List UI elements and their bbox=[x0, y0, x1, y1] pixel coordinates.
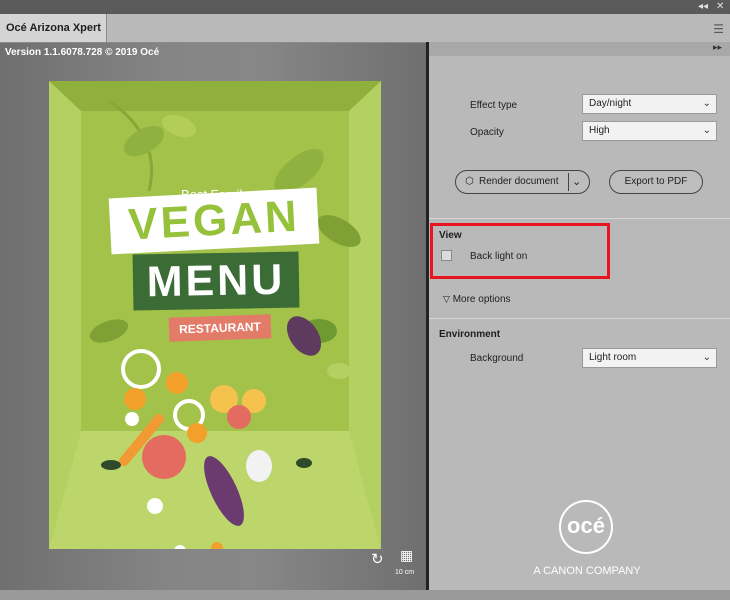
effect-type-label: Effect type bbox=[470, 100, 518, 111]
preview-area: Version 1.1.6078.728 © 2019 Océ VEGAN ME… bbox=[0, 43, 426, 590]
settings-panel: ▸▸ Effect type Day/night ⌄ Opacity High … bbox=[429, 42, 730, 590]
double-chevron-right-icon[interactable]: ▸▸ bbox=[713, 43, 722, 53]
poster-word-restaurant: RESTAURANT bbox=[168, 314, 272, 342]
chevron-down-icon: ⌄ bbox=[702, 352, 711, 363]
section-separator bbox=[429, 318, 730, 319]
tab-arizona-xpert[interactable]: Océ Arizona Xpert bbox=[0, 14, 107, 42]
window-title-strip: ◂◂ ✕ bbox=[0, 0, 730, 14]
bottom-scrollbar[interactable] bbox=[0, 590, 730, 600]
poster-word-menu: MENU bbox=[132, 251, 300, 311]
background-dropdown[interactable]: Light room ⌄ bbox=[582, 348, 717, 368]
collapse-panels-icon[interactable]: ◂◂ bbox=[698, 1, 708, 12]
panel-header: ▸▸ bbox=[429, 42, 730, 56]
poster-preview: Best Family Restaurant VEGAN MENU RESTAU… bbox=[49, 81, 381, 549]
triangle-down-icon: ▽ bbox=[443, 295, 450, 305]
export-pdf-button[interactable]: Export to PDF bbox=[609, 170, 703, 194]
canon-tagline: A CANON COMPANY bbox=[533, 565, 641, 577]
split-divider bbox=[568, 173, 569, 191]
background-value: Light room bbox=[589, 352, 637, 363]
effect-type-dropdown[interactable]: Day/night ⌄ bbox=[582, 94, 717, 114]
tab-bar: Océ Arizona Xpert ☰ bbox=[0, 14, 730, 43]
opacity-label: Opacity bbox=[470, 127, 504, 138]
cube-icon: ⬡ bbox=[465, 176, 474, 187]
poster-artwork bbox=[49, 81, 381, 549]
background-label: Background bbox=[470, 353, 524, 364]
more-options-label: More options bbox=[452, 294, 511, 305]
chevron-down-icon: ⌄ bbox=[702, 125, 711, 136]
scale-label: 10 cm bbox=[395, 569, 415, 576]
close-icon[interactable]: ✕ bbox=[716, 1, 724, 12]
effect-type-value: Day/night bbox=[589, 98, 632, 109]
version-label: Version 1.1.6078.728 © 2019 Océ bbox=[5, 47, 160, 58]
chevron-down-icon: ⌄ bbox=[702, 98, 711, 109]
hamburger-icon[interactable]: ☰ bbox=[713, 22, 724, 36]
grid-icon[interactable]: ▦ bbox=[400, 548, 413, 564]
environment-section-title: Environment bbox=[439, 329, 501, 340]
render-document-button[interactable]: ⬡ Render document ⌄ bbox=[455, 170, 590, 194]
more-options-toggle[interactable]: ▽ More options bbox=[443, 294, 511, 305]
render-options-chevron-icon[interactable]: ⌄ bbox=[572, 171, 581, 193]
poster-word-vegan: VEGAN bbox=[108, 187, 320, 255]
opacity-dropdown[interactable]: High ⌄ bbox=[582, 121, 717, 141]
opacity-value: High bbox=[589, 125, 610, 136]
section-separator bbox=[429, 218, 730, 219]
oce-logo: océ bbox=[559, 500, 613, 554]
reset-icon[interactable]: ↻ bbox=[371, 550, 384, 568]
highlight-box bbox=[430, 223, 610, 279]
render-document-label: Render document bbox=[479, 176, 559, 187]
